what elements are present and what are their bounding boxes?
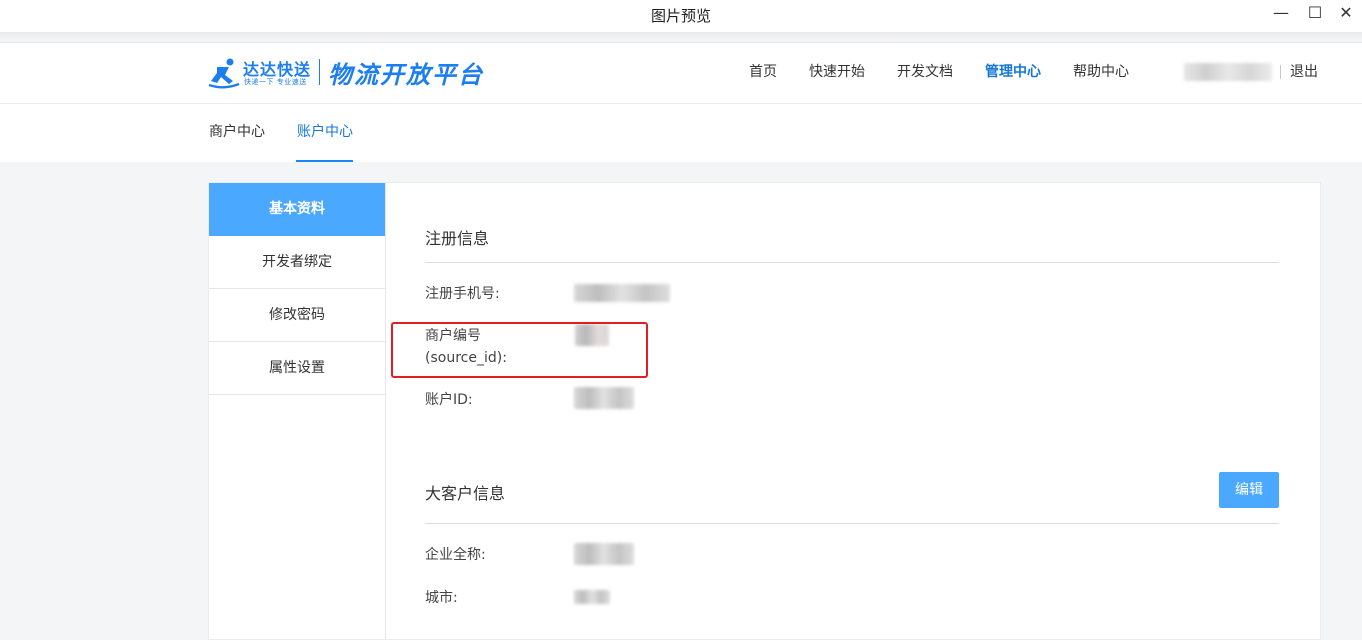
nav-management-center[interactable]: 管理中心: [985, 43, 1041, 103]
window-title: 图片预览: [650, 7, 711, 25]
logo-platform-text: 物流开放平台: [328, 61, 484, 89]
runner-logo-icon: [208, 58, 240, 89]
titlebar-divider: [0, 32, 1362, 42]
content-card: 基本资料 开发者绑定 修改密码 属性设置 注册信息 注册手机号: 商户编号 (s…: [208, 182, 1321, 640]
user-divider: [1280, 65, 1281, 79]
site-logo[interactable]: 达达快送 快递一下 专业速送 物流开放平台: [207, 55, 487, 91]
enterprise-divider: [425, 523, 1279, 524]
sidebar-item-basic-info[interactable]: 基本资料: [209, 183, 385, 236]
logo-slogan-text: 快递一下 专业速送: [244, 78, 307, 86]
maximize-icon[interactable]: ☐: [1300, 0, 1330, 28]
tab-account-center[interactable]: 账户中心: [297, 104, 353, 162]
phone-label: 注册手机号:: [425, 286, 500, 302]
sidebar-item-change-password[interactable]: 修改密码: [209, 289, 385, 342]
enterprise-section-title: 大客户信息: [425, 484, 506, 503]
registration-section-title: 注册信息: [425, 229, 490, 248]
redacted-city-value: [574, 590, 610, 604]
redacted-company-name-value: [574, 543, 634, 565]
redacted-account-id-value: [574, 387, 634, 409]
highlight-annotation-box: [391, 322, 648, 378]
minimize-icon[interactable]: —: [1266, 0, 1296, 28]
site-header: 达达快送 快递一下 专业速送 物流开放平台 首页 快速开始 开发文档 管理中心 …: [0, 42, 1362, 103]
tab-bar: 商户中心 账户中心: [0, 103, 1362, 162]
sidebar-item-developer-binding[interactable]: 开发者绑定: [209, 236, 385, 289]
logout-link[interactable]: 退出: [1290, 43, 1318, 103]
active-tab-indicator: [296, 160, 353, 162]
company-name-label: 企业全称:: [425, 547, 486, 563]
nav-quick-start[interactable]: 快速开始: [809, 43, 865, 103]
nav-dev-docs[interactable]: 开发文档: [897, 43, 953, 103]
redacted-username[interactable]: [1184, 63, 1272, 81]
sidebar: 基本资料 开发者绑定 修改密码 属性设置: [209, 183, 386, 639]
account-id-label: 账户ID:: [425, 392, 473, 408]
logo-divider: [319, 59, 320, 85]
window-titlebar: 图片预览 — ☐ ✕: [0, 0, 1362, 32]
city-label: 城市:: [425, 590, 458, 606]
redacted-phone-value: [574, 284, 670, 302]
sidebar-item-attribute-settings[interactable]: 属性设置: [209, 342, 385, 395]
nav-home[interactable]: 首页: [749, 43, 777, 103]
close-icon[interactable]: ✕: [1331, 0, 1361, 28]
edit-button[interactable]: 编辑: [1219, 472, 1279, 508]
registration-divider: [425, 262, 1279, 263]
nav-help-center[interactable]: 帮助中心: [1073, 43, 1129, 103]
tab-merchant-center[interactable]: 商户中心: [209, 104, 265, 162]
